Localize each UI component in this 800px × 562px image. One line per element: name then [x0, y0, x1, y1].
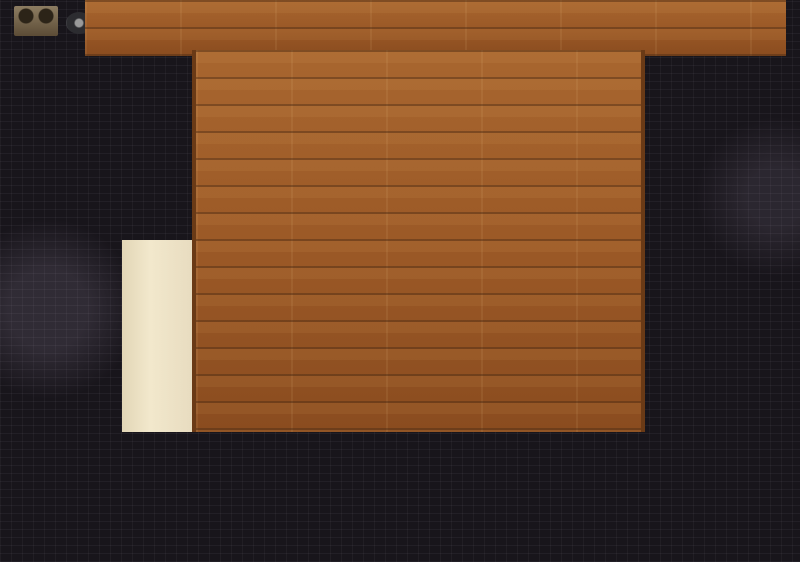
left-paper-strip: [122, 240, 192, 432]
wood-main-panel: [192, 50, 645, 432]
wood-top-band: [85, 0, 786, 56]
app-root: ⚙ ⚙ ⚙ РЕТРОТЕХНИКА ПРОИЗВОДСТВА РОССИЯ-С…: [0, 0, 800, 562]
reel-recorder-silhouette: [14, 6, 58, 36]
saw-edge-decoration: [108, 238, 124, 562]
